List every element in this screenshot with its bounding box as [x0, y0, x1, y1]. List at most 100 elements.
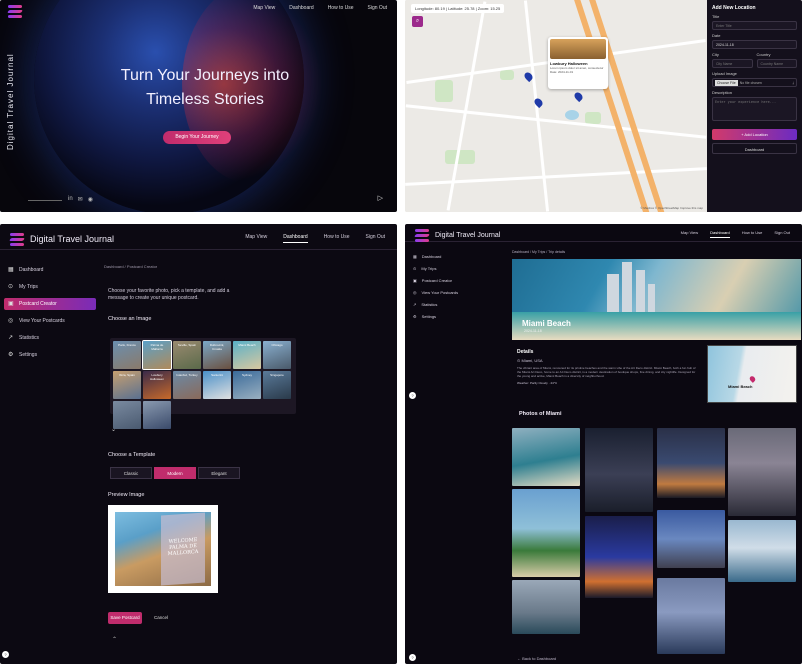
eye-icon: ◎ [413, 290, 417, 295]
template-elegant[interactable]: Elegant [198, 467, 240, 479]
location-popup[interactable]: Lowbury Halloween Lorem ipsum dolor sit … [548, 37, 608, 89]
help-icon[interactable]: ? [409, 654, 416, 661]
title-input[interactable]: Enter Title [712, 21, 797, 30]
locate-button[interactable]: ⌕ [412, 16, 423, 27]
image-thumb[interactable]: Palma de Mallorca [142, 340, 172, 370]
photo-tile[interactable] [585, 428, 653, 512]
map-pin-icon[interactable] [572, 90, 585, 103]
image-thumb[interactable]: Ibiza, Spain [113, 371, 141, 399]
photo-tile[interactable] [728, 428, 796, 516]
choose-file-button[interactable]: Choose File [715, 79, 738, 86]
brand-name: Digital Travel Journal [30, 234, 115, 244]
nav-dashboard[interactable]: Dashboard [289, 5, 313, 11]
nav-dashboard[interactable]: Dashboard [710, 230, 730, 238]
back-to-dashboard-link[interactable]: ← Back to Dashboard [517, 656, 556, 661]
sidebar-item-postcard-creator[interactable]: ▣ Postcard Creator [4, 298, 96, 310]
sidebar-item-label: Postcard Creator [19, 301, 57, 307]
file-upload[interactable]: Choose File No file chosen ⤓ [712, 78, 797, 87]
image-thumb[interactable] [143, 401, 171, 429]
trip-minimap[interactable]: Miami Beach [707, 345, 797, 403]
photo-tile[interactable] [512, 489, 580, 577]
nav-how-to-use[interactable]: How to Use [328, 5, 354, 11]
sidebar-item-settings[interactable]: ⚙ Settings [413, 312, 505, 321]
sidebar-item-view-postcards[interactable]: ◎ View Your Postcards [4, 315, 96, 327]
image-thumb[interactable] [113, 401, 141, 429]
dashboard-button[interactable]: Dashboard [712, 143, 797, 154]
brand[interactable]: Digital Travel Journal [9, 232, 115, 246]
sidebar-item-label: View Your Postcards [19, 318, 65, 324]
image-thumb[interactable]: Singapore [263, 371, 291, 399]
nav-map-view[interactable]: Map View [253, 5, 275, 11]
sidebar-item-label: My Trips [421, 266, 437, 271]
photo-tile[interactable] [512, 428, 580, 486]
breadcrumb[interactable]: Dashboard / My Trips / Trip details [512, 250, 565, 254]
image-thumb[interactable]: Seville, Spain [173, 341, 201, 369]
sidebar-item-settings[interactable]: ⚙ Settings [4, 349, 96, 361]
photo-tile[interactable] [728, 520, 796, 582]
city-input[interactable]: City Name [712, 59, 753, 68]
photo-tile[interactable] [657, 428, 725, 498]
country-input[interactable]: Country Name [756, 59, 797, 68]
nav-dashboard[interactable]: Dashboard [283, 234, 308, 243]
title-label: Title [712, 14, 720, 19]
photo-tile[interactable] [657, 578, 725, 654]
sidebar-item-dashboard[interactable]: ▦ Dashboard [413, 252, 505, 261]
grid-icon: ▦ [413, 254, 417, 259]
chevron-down-icon[interactable]: ⌄ [111, 426, 116, 433]
image-thumb[interactable]: Miami Beach [233, 341, 261, 369]
grid-icon: ▦ [8, 267, 14, 273]
nav-sign-out[interactable]: Sign Out [368, 5, 387, 11]
play-icon[interactable]: ▷ [378, 194, 383, 202]
top-nav: Map View Dashboard How to Use Sign Out [681, 230, 790, 238]
nav-how-to-use[interactable]: How to Use [742, 230, 763, 238]
brand[interactable]: Digital Travel Journal [414, 228, 500, 242]
sidebar: ▦ Dashboard ⊙ My Trips ▣ Postcard Creator ◎… [413, 252, 505, 324]
upload-icon[interactable]: ⤓ [792, 81, 794, 85]
image-thumb[interactable]: Santorini [203, 371, 231, 399]
hero-line-1: Turn Your Journeys into [120, 67, 290, 84]
sidebar-item-statistics[interactable]: ↗ Statistics [4, 332, 96, 344]
image-thumb[interactable]: Paris, France [113, 341, 141, 369]
description-input[interactable] [712, 97, 797, 121]
chart-icon: ↗ [413, 302, 417, 307]
save-postcard-button[interactable]: Save Postcard [108, 612, 142, 624]
map-credit[interactable]: © Mapbox © OpenStreetMap Improve this ma… [640, 206, 703, 210]
image-thumb[interactable]: Chicago [263, 341, 291, 369]
nav-how-to-use[interactable]: How to Use [324, 234, 350, 243]
chevron-up-icon[interactable]: ⌃ [112, 636, 117, 643]
linkedin-icon[interactable]: in [68, 196, 73, 203]
github-icon[interactable]: ◉ [88, 196, 93, 203]
help-icon[interactable]: ? [409, 392, 416, 399]
image-thumb[interactable]: Sydney [233, 371, 261, 399]
map-canvas[interactable]: Longitude: 80.19 | Latitude: 25.78 | Zoo… [405, 0, 707, 212]
sidebar-item-dashboard[interactable]: ▦ Dashboard [4, 264, 96, 276]
app-logo[interactable] [7, 4, 23, 18]
template-classic[interactable]: Classic [110, 467, 152, 479]
image-thumb[interactable]: Lowbury Halloween [143, 371, 171, 399]
image-thumb[interactable]: Dubrovnik, Croatia [203, 341, 231, 369]
cancel-button[interactable]: Cancel [148, 612, 174, 624]
sidebar-item-statistics[interactable]: ↗ Statistics [413, 300, 505, 309]
sidebar-item-view-postcards[interactable]: ◎ View Your Postcards [413, 288, 505, 297]
breadcrumb[interactable]: Dashboard / Postcard Creator [104, 264, 157, 269]
nav-sign-out[interactable]: Sign Out [366, 234, 385, 243]
begin-journey-button[interactable]: Begin Your Journey [163, 131, 231, 144]
sidebar-item-postcard-creator[interactable]: ▣ Postcard Creator [413, 276, 505, 285]
date-input[interactable]: 2024-11-18 [712, 40, 797, 49]
top-bar: Digital Travel Journal Map View Dashboar… [0, 224, 397, 250]
nav-map-view[interactable]: Map View [681, 230, 699, 238]
help-icon[interactable]: ? [2, 651, 9, 658]
photo-tile[interactable] [585, 516, 653, 598]
sidebar-item-my-trips[interactable]: ⊙ My Trips [4, 281, 96, 293]
photo-tile[interactable] [657, 510, 725, 568]
image-thumb[interactable]: Istanbul, Turkey [173, 371, 201, 399]
nav-map-view[interactable]: Map View [245, 234, 267, 243]
top-nav: Map View Dashboard How to Use Sign Out [245, 234, 385, 243]
sidebar-item-my-trips[interactable]: ⊙ My Trips [413, 264, 505, 273]
nav-sign-out[interactable]: Sign Out [774, 230, 790, 238]
template-modern[interactable]: Modern [154, 467, 196, 479]
landing-screen: Map View Dashboard How to Use Sign Out D… [0, 0, 397, 212]
add-location-button[interactable]: + Add Location [712, 129, 797, 140]
mail-icon[interactable]: ✉ [78, 196, 83, 203]
photo-tile[interactable] [512, 580, 580, 634]
